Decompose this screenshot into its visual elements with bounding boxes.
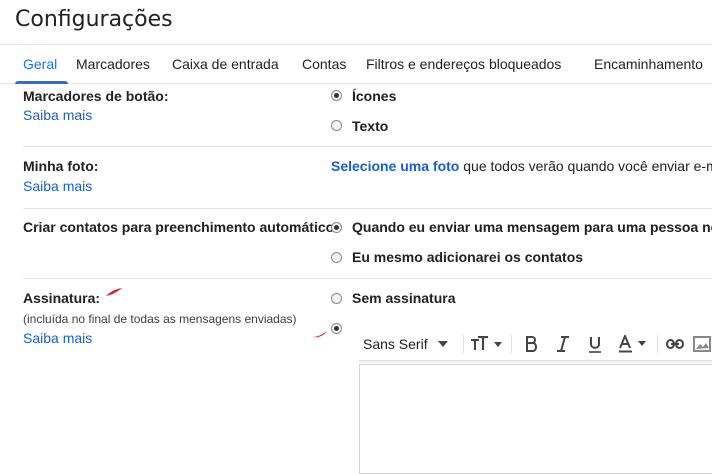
- manual-contacts-radio[interactable]: [331, 252, 342, 263]
- toolbar-separator: [463, 335, 464, 353]
- row-divider: [23, 146, 712, 147]
- text-color-icon: [619, 335, 646, 353]
- annotation-mark: [312, 331, 327, 338]
- no-signature-radio[interactable]: [331, 293, 342, 304]
- font-family-value: Sans Serif: [363, 336, 428, 352]
- bold-icon: [526, 336, 537, 352]
- insert-link-button[interactable]: [661, 328, 689, 360]
- signature-editor[interactable]: [359, 364, 712, 474]
- auto-contacts-label: Criar contatos para preenchimento automá…: [23, 219, 339, 235]
- underline-button[interactable]: [581, 328, 609, 360]
- my-photo-learn-more-link[interactable]: Saiba mais: [23, 178, 92, 194]
- settings-tabs: Geral Marcadores Caixa de entrada Contas…: [0, 44, 712, 84]
- select-photo-link[interactable]: Selecione uma foto: [331, 158, 459, 174]
- auto-add-contacts-radio[interactable]: [331, 222, 342, 233]
- row-divider: [23, 278, 712, 279]
- my-photo-description: Selecione uma foto que todos verão quand…: [331, 158, 712, 174]
- icons-radio[interactable]: [331, 90, 342, 101]
- italic-button[interactable]: [549, 328, 577, 360]
- underline-icon: [589, 336, 601, 353]
- tab-filters[interactable]: Filtros e endereços bloqueados: [366, 56, 561, 72]
- signature-editor-toolbar: Sans Serif: [359, 328, 712, 361]
- bold-button[interactable]: [517, 328, 545, 360]
- active-tab-indicator: [15, 81, 68, 84]
- tab-accounts[interactable]: Contas: [302, 56, 346, 72]
- font-family-select[interactable]: Sans Serif: [363, 328, 459, 360]
- signature-label: Assinatura:: [23, 290, 101, 306]
- text-radio[interactable]: [331, 120, 342, 131]
- image-icon: [693, 336, 711, 352]
- page-title: Configurações: [15, 7, 173, 32]
- font-size-button[interactable]: [467, 328, 507, 360]
- auto-add-contacts-option-label[interactable]: Quando eu enviar uma mensagem para uma p…: [352, 219, 712, 235]
- icons-option-label[interactable]: Ícones: [352, 88, 396, 104]
- my-photo-label: Minha foto:: [23, 158, 99, 174]
- text-size-icon: [471, 336, 502, 350]
- insert-image-button[interactable]: [693, 328, 712, 360]
- tab-forwarding[interactable]: Encaminhamento: [594, 56, 703, 72]
- tab-general[interactable]: Geral: [23, 56, 57, 72]
- no-signature-option-label[interactable]: Sem assinatura: [352, 290, 456, 306]
- annotation-mark: [106, 288, 122, 296]
- tab-labels[interactable]: Marcadores: [76, 56, 150, 72]
- text-option-label[interactable]: Texto: [352, 118, 388, 134]
- chevron-down-icon: [437, 341, 448, 347]
- my-photo-desc-text: que todos verão quando você enviar e-m: [459, 158, 712, 174]
- manual-contacts-option-label[interactable]: Eu mesmo adicionarei os contatos: [352, 249, 583, 265]
- signature-subtext: (incluída no final de todas as mensagens…: [23, 312, 297, 326]
- italic-icon: [557, 336, 569, 352]
- button-labels-label: Marcadores de botão:: [23, 88, 169, 104]
- text-color-button[interactable]: [613, 328, 653, 360]
- custom-signature-radio[interactable]: [331, 323, 342, 334]
- link-icon: [666, 339, 684, 349]
- signature-learn-more-link[interactable]: Saiba mais: [23, 330, 92, 346]
- row-divider: [23, 208, 712, 209]
- toolbar-separator: [511, 335, 512, 353]
- tab-inbox[interactable]: Caixa de entrada: [172, 56, 279, 72]
- button-labels-learn-more-link[interactable]: Saiba mais: [23, 107, 92, 123]
- toolbar-separator: [657, 335, 658, 353]
